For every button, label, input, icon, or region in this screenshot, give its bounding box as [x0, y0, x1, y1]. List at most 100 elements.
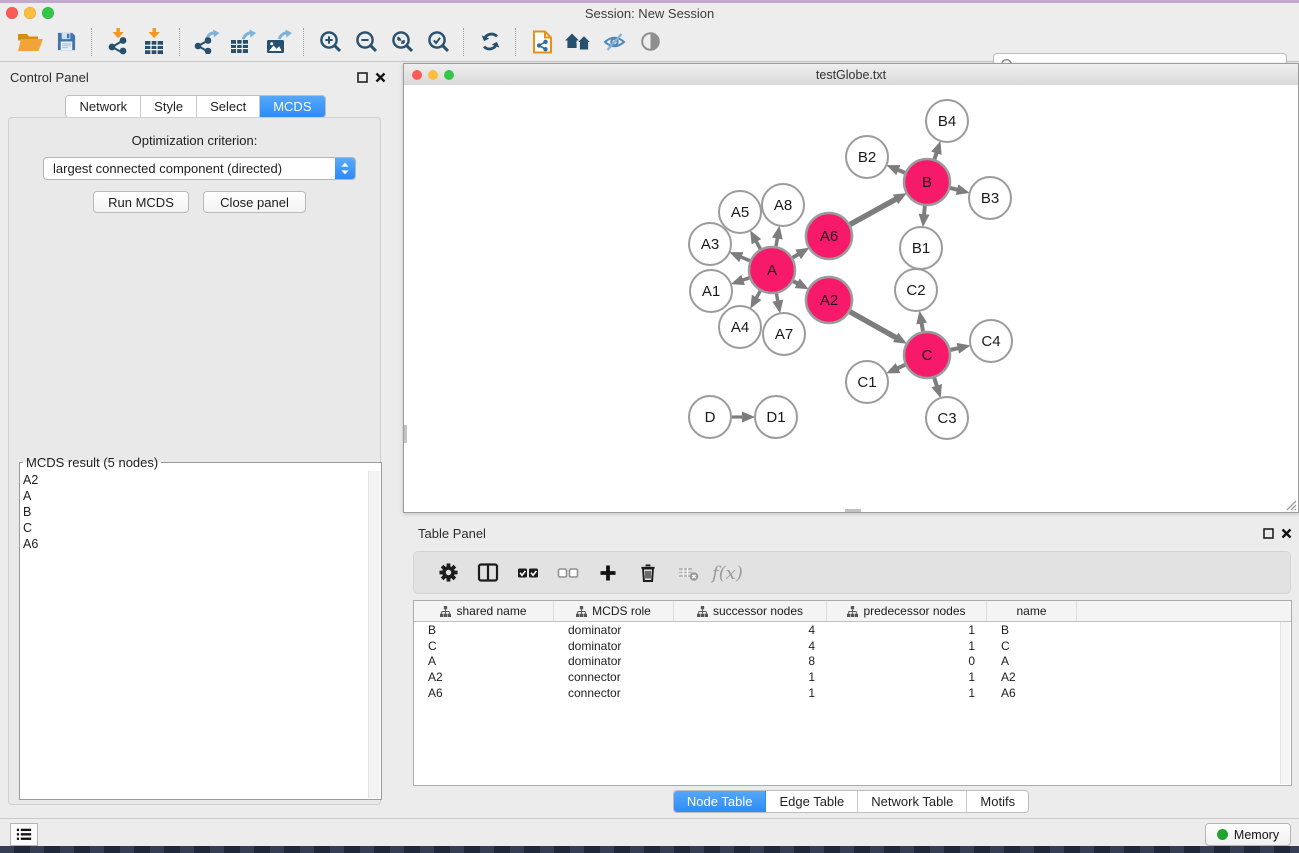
network-vertical-scroll-nub[interactable]	[404, 425, 407, 443]
graph-node-A1[interactable]: A1	[690, 270, 732, 312]
column-header-predecessor-nodes[interactable]: predecessor nodes	[827, 601, 987, 621]
table-tab-edge-table[interactable]: Edge Table	[766, 791, 858, 812]
graph-node-D[interactable]: D	[689, 396, 731, 438]
graph-node-A7[interactable]: A7	[763, 313, 805, 355]
column-header-shared-name[interactable]: shared name	[414, 601, 554, 621]
run-mcds-button[interactable]: Run MCDS	[93, 191, 189, 213]
graph-edge-B-B3[interactable]	[950, 188, 958, 190]
network-canvas-svg[interactable]: AA1A2A3A4A5A6A7A8BB1B2B3B4CC1C2C3C4DD1	[404, 85, 1298, 512]
graph-edge-A-A2[interactable]	[793, 281, 798, 284]
graph-edge-C-C3[interactable]	[934, 378, 937, 387]
save-session-button[interactable]	[48, 25, 84, 59]
tab-style[interactable]: Style	[141, 96, 197, 117]
mcds-result-item[interactable]: B	[23, 504, 367, 520]
graph-edge-A-A3[interactable]	[740, 257, 749, 261]
graph-edge-A-A6[interactable]	[793, 254, 799, 258]
graph-node-B4[interactable]: B4	[926, 100, 968, 142]
graph-edge-B-B2[interactable]	[897, 170, 904, 173]
mcds-result-item[interactable]: A2	[23, 472, 367, 488]
function-builder-button[interactable]: f(x)	[708, 556, 748, 590]
table-tab-network-table[interactable]: Network Table	[858, 791, 967, 812]
graph-edge-C-C1[interactable]	[897, 365, 905, 369]
mcds-result-scrollbar[interactable]	[368, 471, 380, 798]
network-horizontal-scroll-nub[interactable]	[845, 509, 861, 512]
column-header-name[interactable]: name	[987, 601, 1077, 621]
graph-node-B[interactable]: B	[904, 159, 950, 205]
graph-edge-A2-C[interactable]	[850, 312, 897, 338]
graph-node-A4[interactable]: A4	[719, 306, 761, 348]
graph-node-A6[interactable]: A6	[806, 213, 852, 259]
split-view-button[interactable]	[468, 556, 508, 590]
graph-node-A5[interactable]: A5	[719, 191, 761, 233]
graph-node-A[interactable]: A	[749, 247, 795, 293]
close-panel-button[interactable]: Close panel	[203, 191, 306, 213]
graph-edge-A-A7[interactable]	[776, 294, 777, 302]
resize-grip-icon[interactable]	[1285, 499, 1297, 511]
table-row[interactable]: A2connector11A2	[414, 669, 1291, 685]
graph-edge-C-C4[interactable]	[950, 348, 958, 350]
export-table-button[interactable]	[224, 25, 260, 59]
close-table-panel-icon[interactable]	[1280, 527, 1293, 540]
graph-edge-A-A5[interactable]	[756, 241, 760, 249]
graph-node-C1[interactable]: C1	[846, 361, 888, 403]
column-header-successor-nodes[interactable]: successor nodes	[674, 601, 827, 621]
delete-column-button[interactable]	[628, 556, 668, 590]
home-button[interactable]	[560, 25, 596, 59]
import-network-button[interactable]	[100, 25, 136, 59]
tab-select[interactable]: Select	[197, 96, 260, 117]
table-row[interactable]: A6connector11A6	[414, 685, 1291, 701]
tab-network[interactable]: Network	[66, 96, 141, 117]
graph-node-A2[interactable]: A2	[806, 277, 852, 323]
zoom-fit-button[interactable]	[384, 25, 420, 59]
table-row[interactable]: Bdominator41B	[414, 622, 1291, 638]
table-settings-button[interactable]	[428, 556, 468, 590]
float-panel-icon[interactable]	[356, 71, 369, 84]
task-history-button[interactable]	[10, 823, 38, 846]
table-tab-node-table[interactable]: Node Table	[674, 791, 767, 812]
graph-node-C[interactable]: C	[904, 332, 950, 378]
column-header-mcds-role[interactable]: MCDS role	[554, 601, 674, 621]
open-file-button[interactable]	[12, 25, 48, 59]
zoom-in-button[interactable]	[312, 25, 348, 59]
export-image-button[interactable]	[260, 25, 296, 59]
zoom-selected-button[interactable]	[420, 25, 456, 59]
graph-edge-C-C2[interactable]	[922, 323, 923, 332]
graph-node-C2[interactable]: C2	[895, 269, 937, 311]
select-all-button[interactable]	[508, 556, 548, 590]
add-column-button[interactable]	[588, 556, 628, 590]
close-panel-icon[interactable]	[374, 71, 387, 84]
criterion-select[interactable]: largest connected component (directed)	[43, 157, 356, 180]
graph-node-A3[interactable]: A3	[689, 223, 731, 265]
graph-edge-A-A8[interactable]	[776, 238, 777, 247]
graph-edge-B-B1[interactable]	[924, 206, 925, 215]
graph-node-C3[interactable]: C3	[926, 397, 968, 439]
table-tab-motifs[interactable]: Motifs	[967, 791, 1028, 812]
delete-table-button[interactable]	[668, 556, 708, 590]
graph-edge-B-B4[interactable]	[934, 152, 936, 159]
table-scrollbar[interactable]	[1280, 622, 1290, 784]
float-table-panel-icon[interactable]	[1262, 527, 1275, 540]
mcds-result-item[interactable]: A	[23, 488, 367, 504]
graph-node-C4[interactable]: C4	[970, 320, 1012, 362]
toggle-hidden-button[interactable]	[596, 25, 632, 59]
refresh-button[interactable]	[472, 25, 508, 59]
import-table-button[interactable]	[136, 25, 172, 59]
session-panel-button[interactable]	[524, 25, 560, 59]
mcds-result-item[interactable]: A6	[23, 536, 367, 552]
graph-edge-A6-B[interactable]	[850, 199, 896, 225]
table-row[interactable]: Cdominator41C	[414, 638, 1291, 654]
deselect-all-button[interactable]	[548, 556, 588, 590]
mcds-result-item[interactable]: C	[23, 520, 367, 536]
tab-mcds[interactable]: MCDS	[260, 96, 324, 117]
graph-node-B2[interactable]: B2	[846, 136, 888, 178]
graph-node-D1[interactable]: D1	[755, 396, 797, 438]
graph-edge-A-A1[interactable]	[742, 278, 749, 280]
graph-node-B3[interactable]: B3	[969, 177, 1011, 219]
graph-edge-A-A4[interactable]	[756, 291, 760, 298]
grayscale-button[interactable]	[632, 25, 668, 59]
table-row[interactable]: Adominator80A	[414, 653, 1291, 669]
zoom-out-button[interactable]	[348, 25, 384, 59]
export-network-button[interactable]	[188, 25, 224, 59]
graph-node-B1[interactable]: B1	[900, 227, 942, 269]
memory-button[interactable]: Memory	[1205, 823, 1291, 846]
